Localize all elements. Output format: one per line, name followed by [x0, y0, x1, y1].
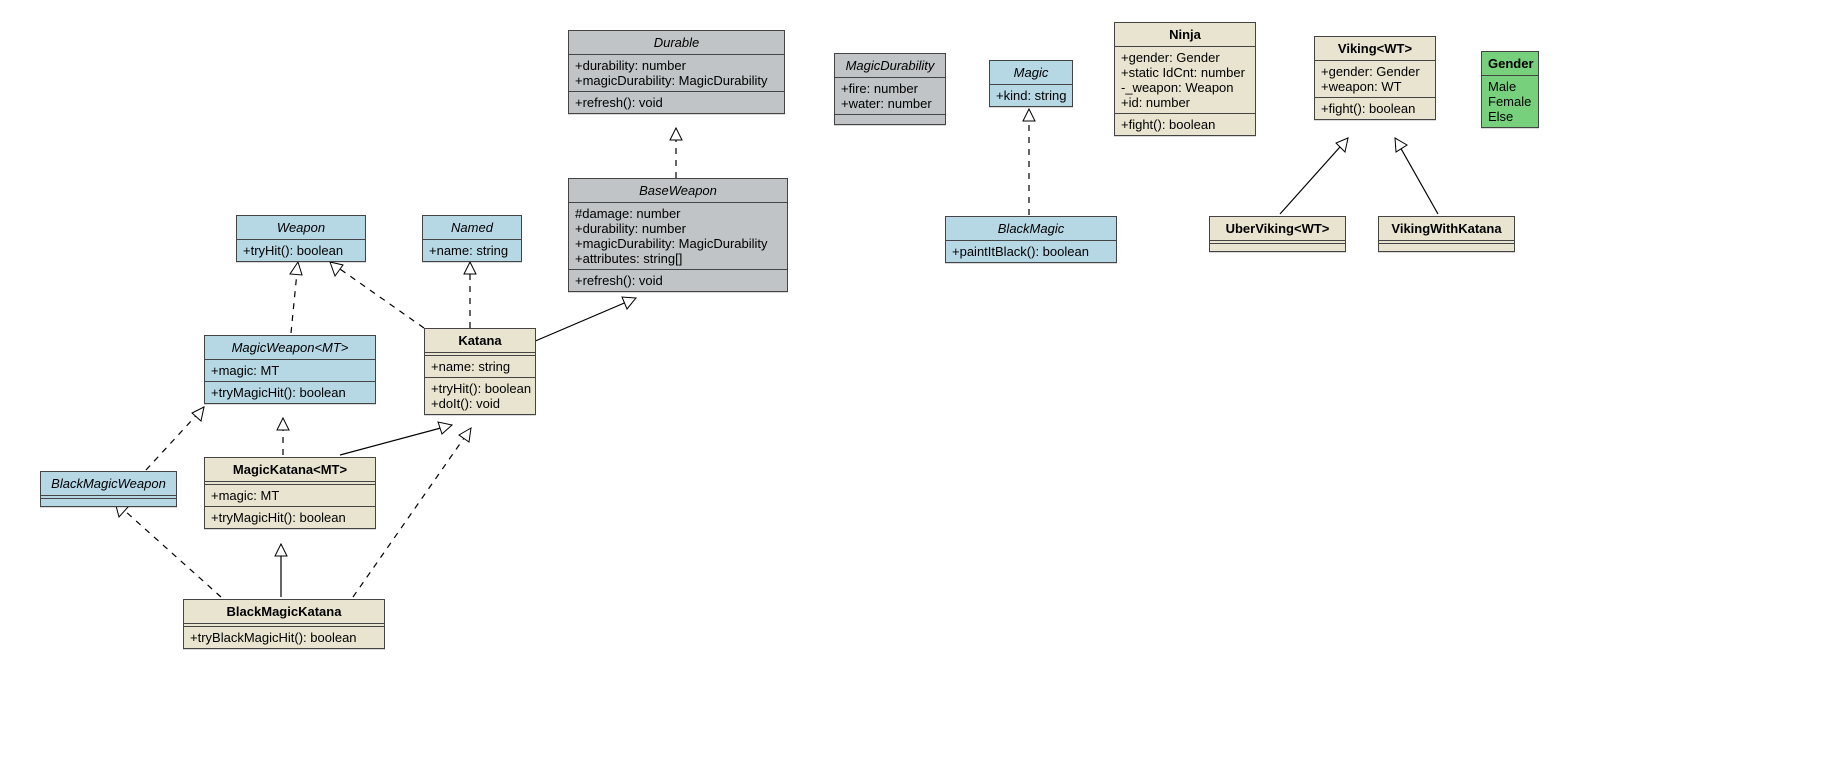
class-title: BlackMagicWeapon	[41, 472, 176, 496]
class-attributes: +magic: MT	[205, 360, 375, 382]
class-attributes: +gender: Gender +static IdCnt: number -_…	[1115, 47, 1255, 114]
class-methods: +fight(): boolean	[1315, 98, 1435, 119]
class-title: BaseWeapon	[569, 179, 787, 203]
class-blackmagickatana: BlackMagicKatana +tryBlackMagicHit(): bo…	[183, 599, 385, 649]
class-attributes: +tryBlackMagicHit(): boolean	[184, 627, 384, 648]
class-title: VikingWithKatana	[1379, 217, 1514, 241]
class-title: Magic	[990, 61, 1072, 85]
class-title: Katana	[425, 329, 535, 353]
class-attributes: +name: string	[425, 356, 535, 378]
class-durable: Durable +durability: number +magicDurabi…	[568, 30, 785, 114]
class-title: Durable	[569, 31, 784, 55]
class-title: MagicWeapon<MT>	[205, 336, 375, 360]
class-title: UberViking<WT>	[1210, 217, 1345, 241]
class-title: BlackMagicKatana	[184, 600, 384, 624]
class-weapon: Weapon +tryHit(): boolean	[236, 215, 366, 262]
class-title: MagicKatana<MT>	[205, 458, 375, 482]
class-blackmagic: BlackMagic +paintItBlack(): boolean	[945, 216, 1117, 263]
class-attributes: +kind: string	[990, 85, 1072, 106]
class-methods	[835, 115, 945, 124]
class-attributes: +tryHit(): boolean	[237, 240, 365, 261]
class-attributes: +durability: number +magicDurability: Ma…	[569, 55, 784, 92]
class-attributes: +magic: MT	[205, 485, 375, 507]
class-magicweapon: MagicWeapon<MT> +magic: MT +tryMagicHit(…	[204, 335, 376, 404]
class-attributes: +fire: number +water: number	[835, 78, 945, 115]
class-baseweapon: BaseWeapon #damage: number +durability: …	[568, 178, 788, 292]
uml-diagram-canvas: Durable +durability: number +magicDurabi…	[0, 0, 1840, 763]
class-katana: Katana +name: string +tryHit(): boolean …	[424, 328, 536, 415]
class-methods: +refresh(): void	[569, 270, 787, 291]
class-attributes: Male Female Else	[1482, 76, 1538, 127]
class-vikingwithkatana: VikingWithKatana	[1378, 216, 1515, 252]
class-methods: +fight(): boolean	[1115, 114, 1255, 135]
class-attributes: +name: string	[423, 240, 521, 261]
class-title: Viking<WT>	[1315, 37, 1435, 61]
class-title: Weapon	[237, 216, 365, 240]
class-attributes: #damage: number +durability: number +mag…	[569, 203, 787, 270]
class-attributes: +gender: Gender +weapon: WT	[1315, 61, 1435, 98]
class-uberviking: UberViking<WT>	[1209, 216, 1346, 252]
class-methods: +tryHit(): boolean +doIt(): void	[425, 378, 535, 414]
class-ninja: Ninja +gender: Gender +static IdCnt: num…	[1114, 22, 1256, 136]
class-attributes: +paintItBlack(): boolean	[946, 241, 1116, 262]
class-methods: +tryMagicHit(): boolean	[205, 382, 375, 403]
class-magic: Magic +kind: string	[989, 60, 1073, 107]
class-magickatana: MagicKatana<MT> +magic: MT +tryMagicHit(…	[204, 457, 376, 529]
class-title: Ninja	[1115, 23, 1255, 47]
class-gender: Gender Male Female Else	[1481, 51, 1539, 128]
class-magicdurability: MagicDurability +fire: number +water: nu…	[834, 53, 946, 125]
class-title: Gender	[1482, 52, 1538, 76]
class-viking: Viking<WT> +gender: Gender +weapon: WT +…	[1314, 36, 1436, 120]
class-methods: +tryMagicHit(): boolean	[205, 507, 375, 528]
class-title: Named	[423, 216, 521, 240]
class-title: MagicDurability	[835, 54, 945, 78]
class-named: Named +name: string	[422, 215, 522, 262]
class-title: BlackMagic	[946, 217, 1116, 241]
class-blackmagicweapon: BlackMagicWeapon	[40, 471, 177, 507]
class-methods: +refresh(): void	[569, 92, 784, 113]
